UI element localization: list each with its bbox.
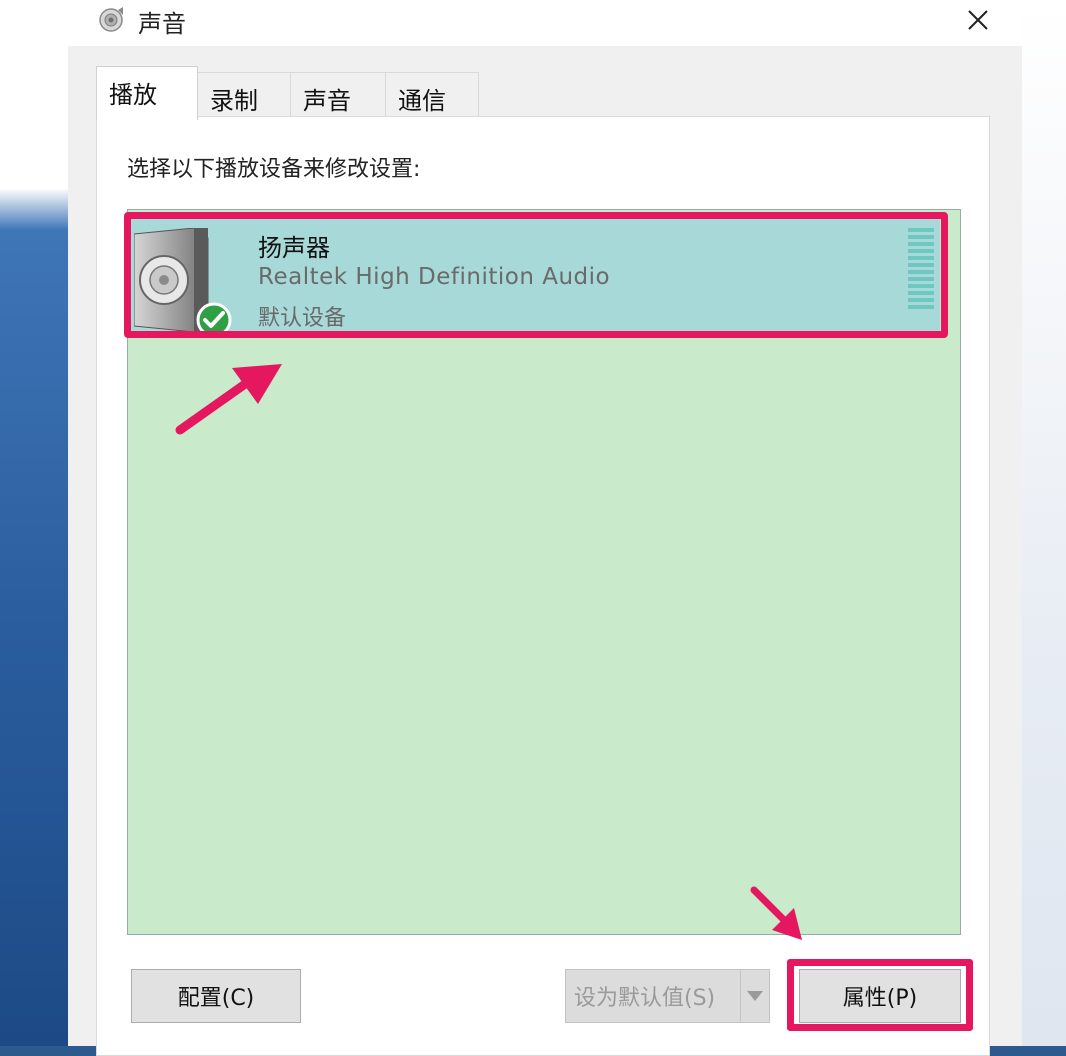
default-check-icon	[196, 302, 232, 338]
tab-playback-label: 播放	[109, 81, 157, 109]
set-default-button[interactable]: 设为默认值(S)	[565, 969, 741, 1023]
sound-app-icon	[99, 7, 123, 32]
instruction-text: 选择以下播放设备来修改设置:	[127, 157, 421, 182]
dialog-body: 播放 录制 声音 通信 选择以下播放设备来修改设置: 扬声器 Realtek H…	[68, 46, 1022, 1056]
tab-recording-label: 录制	[210, 87, 258, 115]
playback-device-list[interactable]: 扬声器 Realtek High Definition Audio 默认设备	[124, 209, 961, 935]
tab-communications[interactable]: 通信	[385, 72, 479, 118]
tab-recording[interactable]: 录制	[197, 72, 291, 118]
properties-button-label: 属性(P)	[842, 986, 918, 1011]
tab-playback[interactable]: 播放	[96, 66, 198, 120]
chevron-down-icon	[747, 991, 763, 1001]
device-driver: Realtek High Definition Audio	[258, 264, 611, 290]
sound-dialog: 声音 播放 录制 声音 通信 选择以下播放设备来修改设置: 扬声器 Realte…	[68, 0, 1022, 1056]
configure-button-label: 配置(C)	[177, 986, 255, 1011]
close-button[interactable]	[956, 0, 1000, 40]
close-icon	[968, 10, 988, 30]
window-title: 声音	[138, 10, 186, 38]
volume-level-meter	[908, 228, 934, 309]
desktop-background-left	[0, 0, 68, 1046]
device-name: 扬声器	[258, 234, 330, 262]
playback-panel: 选择以下播放设备来修改设置: 扬声器 Realtek High Definiti…	[96, 116, 990, 1056]
properties-button[interactable]: 属性(P)	[799, 969, 961, 1023]
device-item-speaker[interactable]: 扬声器 Realtek High Definition Audio 默认设备	[128, 216, 940, 338]
configure-button[interactable]: 配置(C)	[131, 969, 301, 1023]
tab-communications-label: 通信	[398, 87, 446, 115]
desktop-background-right	[1022, 0, 1066, 1046]
title-bar: 声音	[68, 0, 1022, 46]
tab-sounds[interactable]: 声音	[290, 72, 386, 118]
set-default-dropdown[interactable]	[740, 969, 770, 1023]
device-status: 默认设备	[258, 306, 347, 331]
tab-sounds-label: 声音	[303, 87, 351, 115]
set-default-button-label: 设为默认值(S)	[574, 986, 716, 1011]
